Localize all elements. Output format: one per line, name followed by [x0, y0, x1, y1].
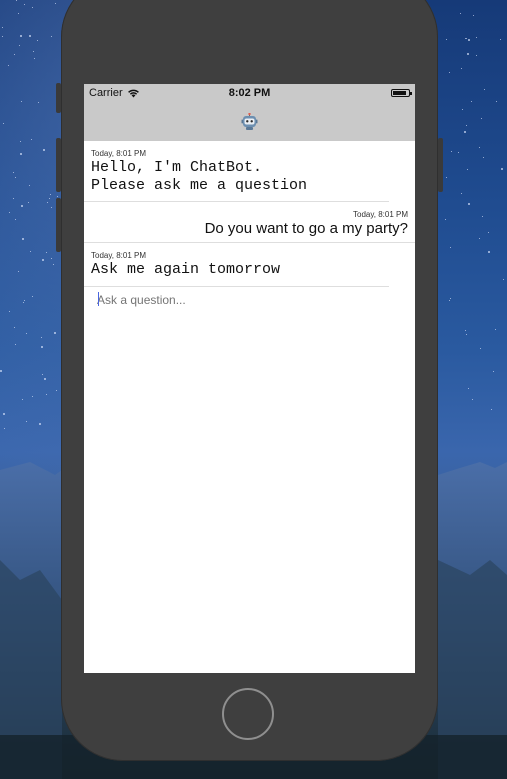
- message-bot-2: Today, 8:01 PM Ask me again tomorrow: [84, 251, 415, 279]
- message-text-line: Please ask me a question: [91, 177, 308, 194]
- message-divider: [84, 201, 389, 202]
- home-button[interactable]: [222, 688, 274, 740]
- status-time: 8:02 PM: [228, 87, 271, 99]
- message-timestamp: Today, 8:01 PM: [91, 149, 146, 158]
- message-divider: [84, 242, 415, 243]
- message-user-1: Today, 8:01 PM Do you want to go a my pa…: [84, 210, 415, 238]
- message-bot-1: Today, 8:01 PM Hello, I'm ChatBot. Pleas…: [84, 149, 415, 195]
- nav-bar: Carrier 8:02 PM: [84, 84, 415, 141]
- message-text-line: Ask me again tomorrow: [91, 261, 281, 278]
- battery-icon: [391, 89, 412, 97]
- question-input[interactable]: [97, 291, 397, 309]
- desktop-wallpaper: Carrier 8:02 PM Today, 8:01 PM Hello, I'…: [0, 0, 507, 779]
- message-timestamp: Today, 8:01 PM: [353, 210, 408, 219]
- power-button: [438, 138, 443, 192]
- robot-icon: [241, 113, 258, 130]
- message-text-line: Hello, I'm ChatBot.: [91, 159, 263, 176]
- message-text-line: Do you want to go a my party?: [204, 220, 408, 237]
- message-divider: [84, 286, 389, 287]
- app-screen: Carrier 8:02 PM Today, 8:01 PM Hello, I'…: [84, 84, 415, 673]
- text-caret: [98, 292, 99, 306]
- message-timestamp: Today, 8:01 PM: [91, 251, 146, 260]
